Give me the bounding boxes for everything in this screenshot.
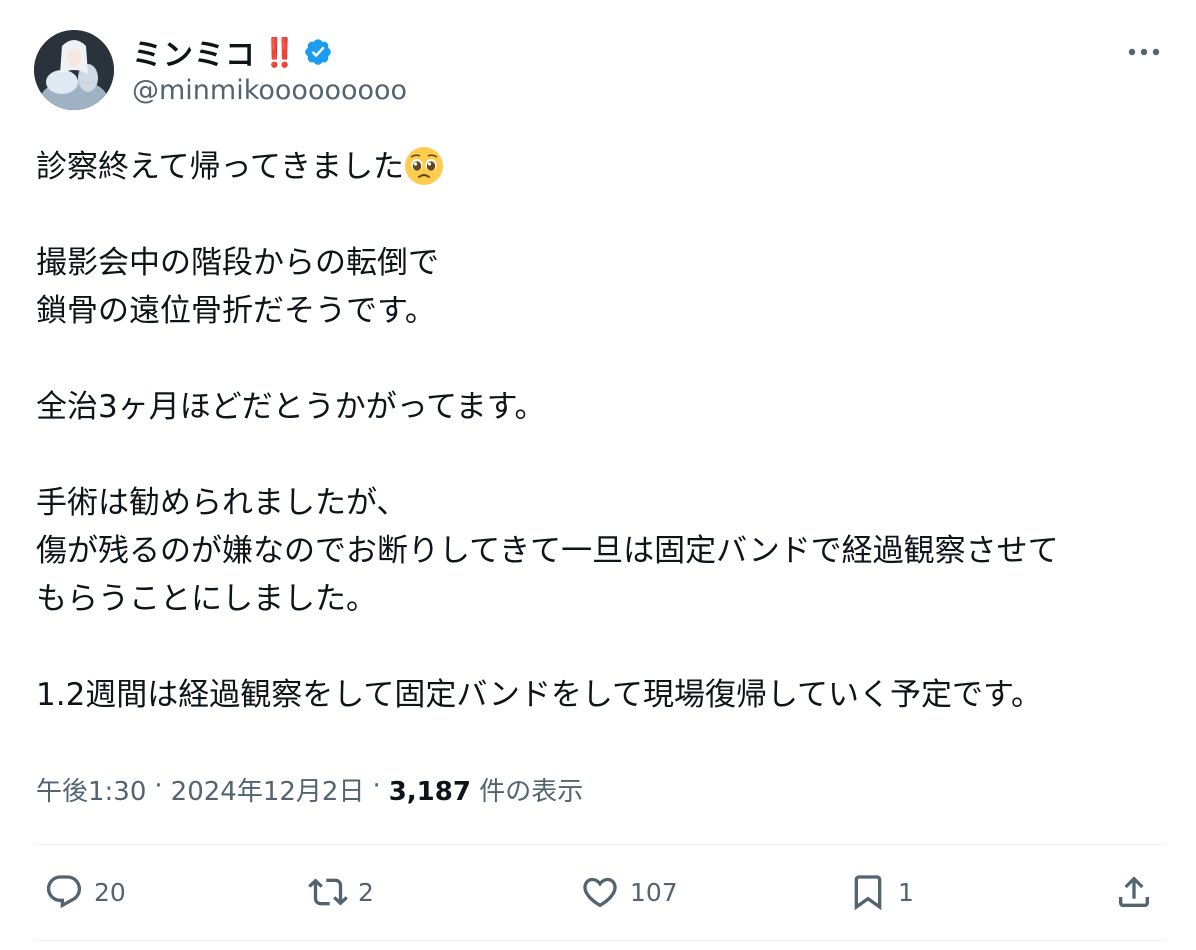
bookmark-count: 1: [898, 877, 914, 907]
bookmark-button[interactable]: 1: [848, 864, 914, 920]
tweet-line-1-text: 診察終えて帰ってきました: [36, 149, 404, 185]
view-count-group[interactable]: 3,187 件の表示: [389, 771, 584, 808]
reply-button[interactable]: 20: [44, 864, 126, 920]
tweet-meta: 午後1:30 · 2024年12月2日 · 3,187 件の表示: [36, 771, 583, 808]
display-name-badge: ‼️: [262, 35, 297, 69]
divider: [34, 844, 1166, 845]
avatar[interactable]: [34, 30, 114, 110]
retweet-count: 2: [358, 877, 374, 907]
meta-separator: ·: [154, 771, 163, 801]
reply-count: 20: [94, 877, 126, 907]
retweet-button[interactable]: 2: [308, 864, 374, 920]
more-dots-icon: [1128, 48, 1160, 56]
meta-separator: ·: [372, 771, 381, 801]
tweet-paragraph-5: 1.2週間は経過観察をして固定バンドをして現場復帰していく予定です。: [36, 677, 1042, 713]
author-handle[interactable]: @minmikooooooooo: [132, 75, 407, 106]
tweet: ミンミコ ‼️ @minmikooooooooo 診察終えて帰ってきました 撮影…: [0, 0, 1196, 950]
action-bar: 20 2 107 1: [0, 864, 1196, 920]
view-count: 3,187: [388, 777, 471, 807]
tweet-paragraph-3: 全治3ヶ月ほどだとうかがってます。: [36, 389, 546, 425]
retweet-icon: [308, 878, 348, 906]
pleading-face-emoji-icon: [404, 147, 443, 185]
verified-badge-icon[interactable]: [303, 37, 333, 67]
like-button[interactable]: 107: [580, 864, 678, 920]
view-count-label: 件の表示: [479, 777, 584, 807]
like-count: 107: [630, 877, 678, 907]
tweet-date[interactable]: 2024年12月2日: [171, 771, 365, 808]
share-button[interactable]: [1114, 864, 1154, 920]
bookmark-icon: [854, 875, 882, 911]
tweet-paragraph-1: 診察終えて帰ってきました: [36, 143, 1166, 191]
heart-icon: [583, 877, 617, 908]
tweet-paragraph-2: 撮影会中の階段からの転倒で 鎖骨の遠位骨折だそうです。: [36, 245, 439, 329]
share-icon: [1119, 876, 1149, 907]
avatar-image: [34, 30, 114, 110]
tweet-time[interactable]: 午後1:30: [36, 771, 146, 808]
display-name[interactable]: ミンミコ: [132, 30, 256, 74]
more-options-button[interactable]: [1126, 38, 1162, 66]
divider: [34, 940, 1166, 941]
tweet-text: 診察終えて帰ってきました 撮影会中の階段からの転倒で 鎖骨の遠位骨折だそうです。…: [36, 143, 1166, 719]
author-name-row[interactable]: ミンミコ ‼️: [132, 30, 333, 74]
tweet-paragraph-4: 手術は勧められましたが、 傷が残るのが嫌なのでお断りしてきて一旦は固定バンドで経…: [36, 485, 1059, 617]
reply-icon: [46, 875, 82, 909]
